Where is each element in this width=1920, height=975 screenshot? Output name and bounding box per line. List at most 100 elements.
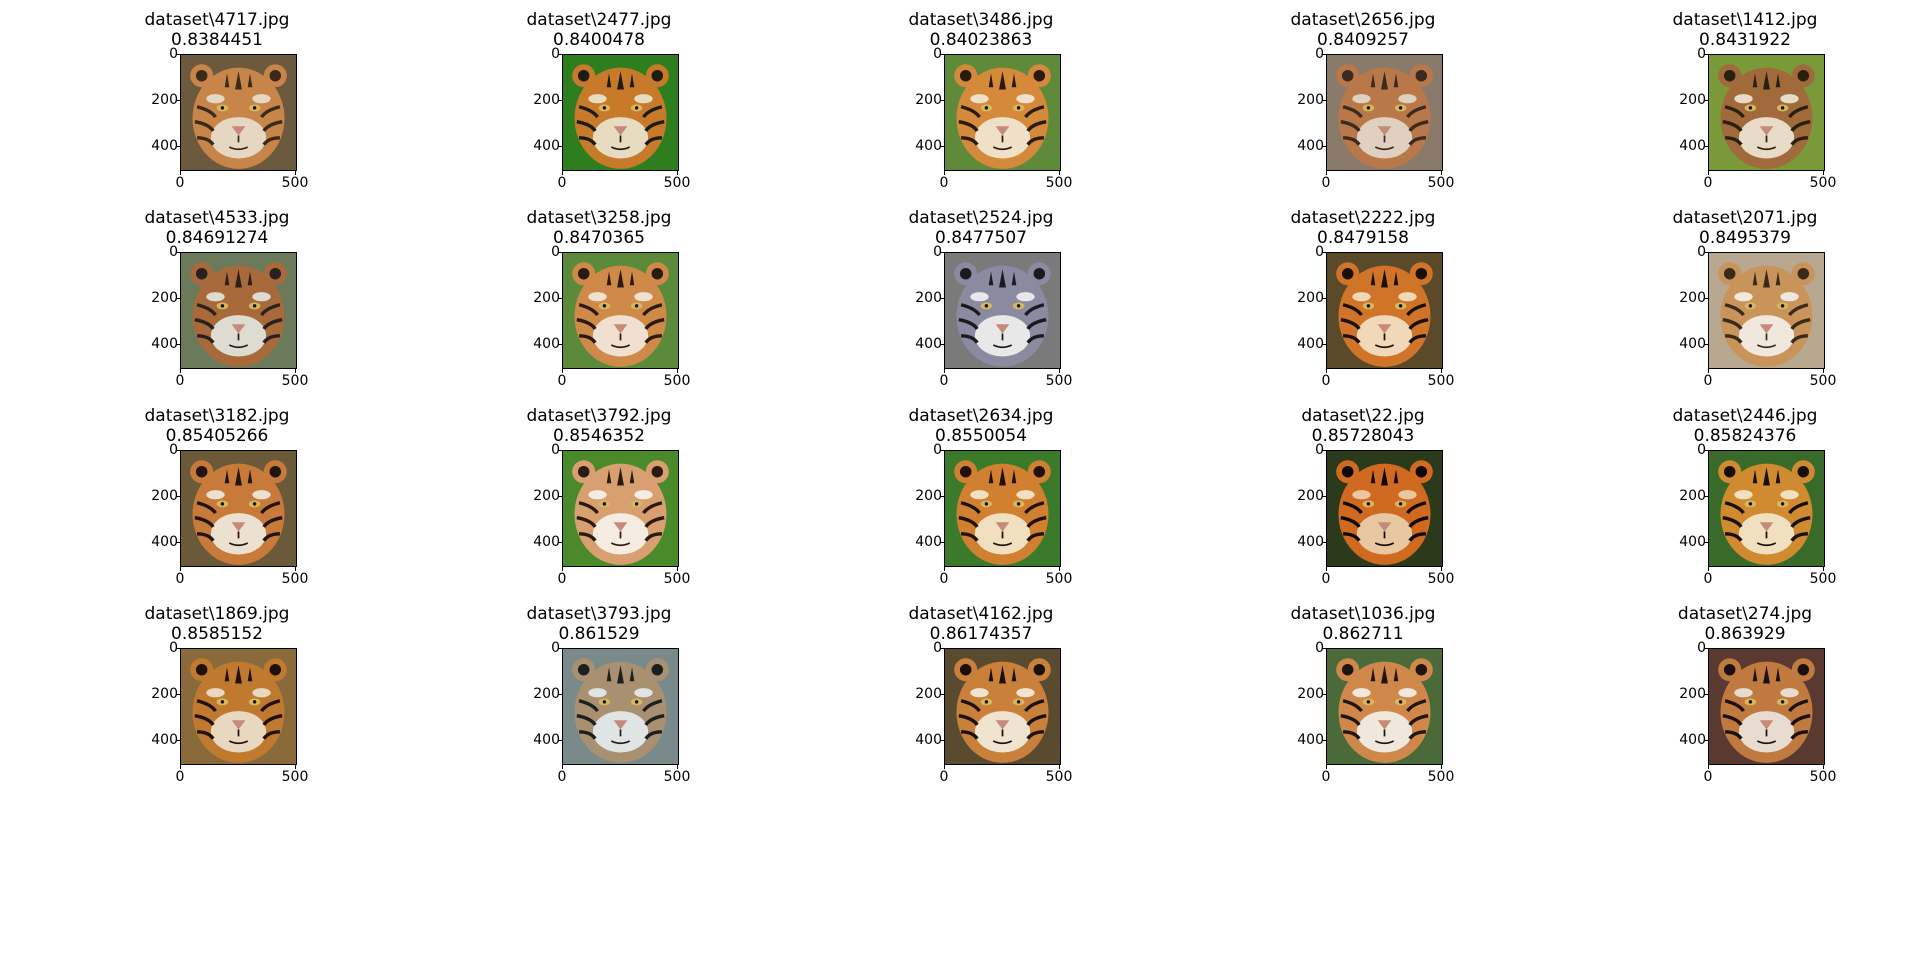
image-filename-title: dataset\3182.jpg bbox=[144, 406, 290, 426]
image-panel: dataset\274.jpg 0.863929 0 200 400 0 500 bbox=[1645, 604, 1845, 794]
y-tick-label: 400 bbox=[533, 732, 560, 748]
image-panel: dataset\4162.jpg 0.86174357 0 200 400 0 500 bbox=[881, 604, 1081, 794]
x-tick-mark bbox=[1823, 369, 1824, 373]
x-tick-label: 500 bbox=[663, 175, 691, 191]
image-axes bbox=[1326, 252, 1443, 369]
similarity-score-title: 0.862711 bbox=[1322, 624, 1404, 644]
y-tick-mark bbox=[1322, 740, 1326, 741]
similarity-score-title: 0.84023863 bbox=[929, 30, 1033, 50]
x-tick-mark bbox=[1441, 171, 1442, 175]
similarity-score-title: 0.85824376 bbox=[1693, 426, 1797, 446]
y-tick-label: 400 bbox=[533, 138, 560, 154]
y-tick-label: 200 bbox=[915, 290, 942, 306]
image-axes bbox=[562, 252, 679, 369]
y-tick-label: 400 bbox=[1679, 138, 1706, 154]
image-panel: dataset\3182.jpg 0.85405266 0 200 400 0 500 bbox=[117, 406, 317, 596]
image-filename-title: dataset\3793.jpg bbox=[526, 604, 672, 624]
tiger-photo-icon bbox=[563, 253, 678, 368]
similarity-score-title: 0.8470365 bbox=[553, 228, 645, 248]
x-tick-mark bbox=[677, 567, 678, 571]
y-tick-mark bbox=[1322, 496, 1326, 497]
y-tick-label: 200 bbox=[915, 92, 942, 108]
y-tick-label: 400 bbox=[915, 732, 942, 748]
tiger-photo-icon bbox=[1709, 649, 1824, 764]
y-tick-mark bbox=[1322, 542, 1326, 543]
x-tick-label: 0 bbox=[1321, 175, 1331, 191]
y-tick-label: 200 bbox=[915, 488, 942, 504]
y-tick-label: 400 bbox=[1297, 732, 1324, 748]
x-tick-label: 0 bbox=[939, 769, 949, 785]
similarity-score-title: 0.8550054 bbox=[935, 426, 1027, 446]
x-tick-label: 500 bbox=[281, 769, 309, 785]
image-axes bbox=[180, 450, 297, 567]
y-tick-mark bbox=[1322, 252, 1326, 253]
image-axes bbox=[1708, 450, 1825, 567]
y-tick-label: 200 bbox=[533, 92, 560, 108]
similarity-score-title: 0.8400478 bbox=[553, 30, 645, 50]
x-tick-label: 500 bbox=[1427, 175, 1455, 191]
x-tick-label: 0 bbox=[175, 373, 185, 389]
y-tick-label: 200 bbox=[1297, 290, 1324, 306]
y-tick-label: 200 bbox=[1679, 290, 1706, 306]
image-axes bbox=[1708, 54, 1825, 171]
similarity-score-title: 0.8585152 bbox=[171, 624, 263, 644]
x-tick-mark bbox=[295, 765, 296, 769]
y-tick-label: 400 bbox=[1679, 732, 1706, 748]
image-axes bbox=[1708, 252, 1825, 369]
image-axes bbox=[562, 54, 679, 171]
x-tick-label: 500 bbox=[1809, 175, 1837, 191]
image-filename-title: dataset\3792.jpg bbox=[526, 406, 672, 426]
x-tick-mark bbox=[1708, 171, 1709, 175]
image-filename-title: dataset\3258.jpg bbox=[526, 208, 672, 228]
image-axes bbox=[562, 648, 679, 765]
image-panel: dataset\2477.jpg 0.8400478 0 200 400 0 500 bbox=[499, 10, 699, 200]
x-tick-mark bbox=[295, 171, 296, 175]
tiger-photo-icon bbox=[1327, 55, 1442, 170]
x-tick-label: 500 bbox=[1427, 373, 1455, 389]
tiger-photo-icon bbox=[181, 451, 296, 566]
y-tick-mark bbox=[1322, 450, 1326, 451]
y-tick-mark bbox=[176, 252, 180, 253]
similarity-score-title: 0.8546352 bbox=[553, 426, 645, 446]
tiger-photo-icon bbox=[181, 649, 296, 764]
x-tick-mark bbox=[180, 765, 181, 769]
image-filename-title: dataset\4533.jpg bbox=[144, 208, 290, 228]
x-tick-label: 500 bbox=[1809, 769, 1837, 785]
image-panel: dataset\3792.jpg 0.8546352 0 200 400 0 500 bbox=[499, 406, 699, 596]
x-tick-label: 500 bbox=[281, 175, 309, 191]
y-tick-mark bbox=[1704, 298, 1708, 299]
x-tick-label: 500 bbox=[1427, 769, 1455, 785]
image-filename-title: dataset\4717.jpg bbox=[144, 10, 290, 30]
x-tick-label: 0 bbox=[1321, 769, 1331, 785]
y-tick-mark bbox=[940, 146, 944, 147]
x-tick-label: 0 bbox=[557, 373, 567, 389]
x-tick-mark bbox=[562, 567, 563, 571]
x-tick-mark bbox=[1823, 567, 1824, 571]
image-axes bbox=[1326, 648, 1443, 765]
image-panel: dataset\1036.jpg 0.862711 0 200 400 0 500 bbox=[1263, 604, 1463, 794]
y-tick-label: 400 bbox=[915, 138, 942, 154]
similarity-score-title: 0.8384451 bbox=[171, 30, 263, 50]
similarity-score-title: 0.8495379 bbox=[1699, 228, 1791, 248]
y-tick-mark bbox=[1704, 146, 1708, 147]
y-tick-mark bbox=[1322, 694, 1326, 695]
y-tick-mark bbox=[1704, 496, 1708, 497]
x-tick-mark bbox=[1708, 765, 1709, 769]
x-tick-label: 500 bbox=[663, 373, 691, 389]
image-panel: dataset\1412.jpg 0.8431922 0 200 400 0 500 bbox=[1645, 10, 1845, 200]
y-tick-mark bbox=[940, 694, 944, 695]
y-tick-mark bbox=[1322, 344, 1326, 345]
x-tick-label: 0 bbox=[939, 571, 949, 587]
x-tick-label: 0 bbox=[1321, 571, 1331, 587]
y-tick-mark bbox=[940, 740, 944, 741]
x-tick-label: 500 bbox=[663, 769, 691, 785]
image-filename-title: dataset\1869.jpg bbox=[144, 604, 290, 624]
y-tick-mark bbox=[940, 252, 944, 253]
y-tick-label: 200 bbox=[1297, 686, 1324, 702]
x-tick-label: 0 bbox=[557, 769, 567, 785]
x-tick-label: 0 bbox=[557, 175, 567, 191]
image-panel: dataset\1869.jpg 0.8585152 0 200 400 0 500 bbox=[117, 604, 317, 794]
tiger-photo-icon bbox=[1327, 649, 1442, 764]
x-tick-label: 500 bbox=[1045, 571, 1073, 587]
similarity-score-title: 0.8479158 bbox=[1317, 228, 1409, 248]
